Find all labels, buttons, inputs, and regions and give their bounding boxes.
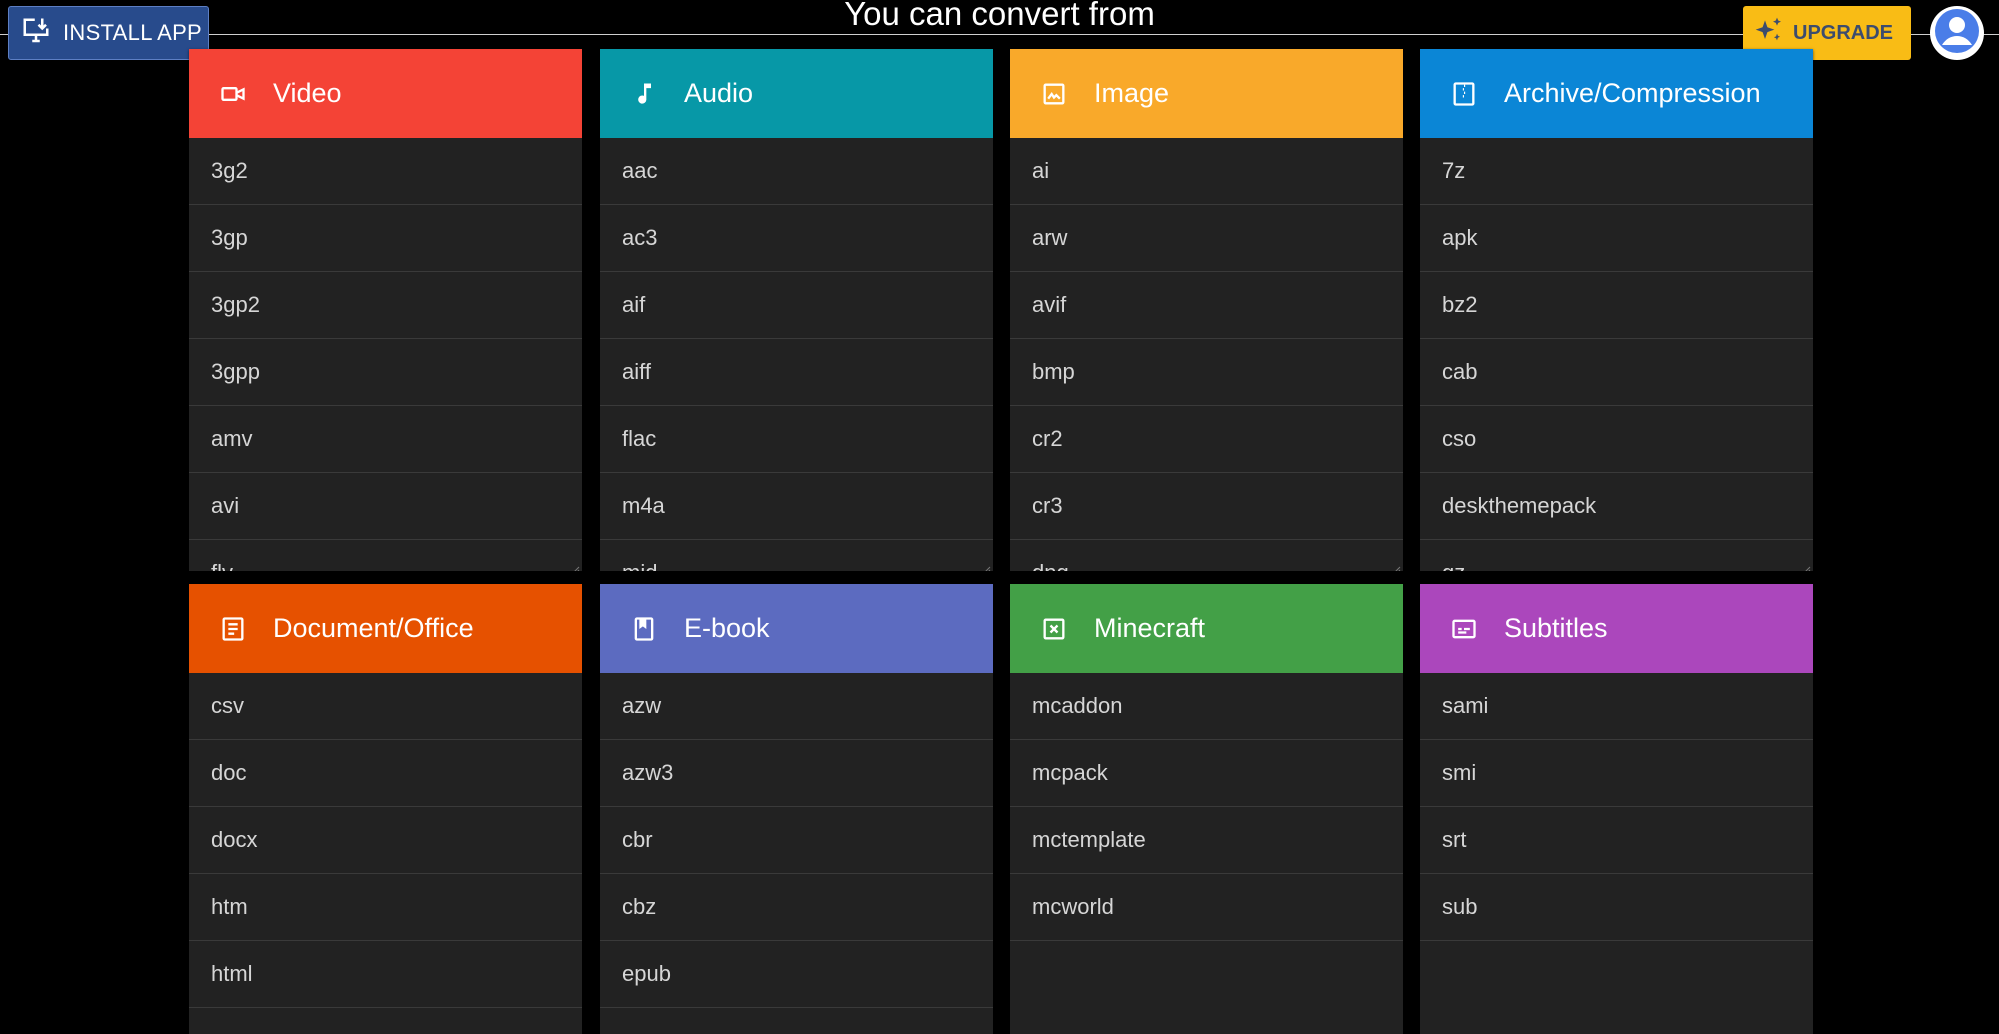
format-item[interactable]: ai: [1010, 138, 1403, 205]
format-item[interactable]: mcpack: [1010, 740, 1403, 807]
format-list: azw azw3 cbr cbz epub: [600, 673, 993, 1008]
format-item[interactable]: cso: [1420, 406, 1813, 473]
minecraft-block-icon: [1040, 615, 1068, 643]
account-button[interactable]: [1930, 6, 1984, 60]
format-item[interactable]: azw3: [600, 740, 993, 807]
format-item[interactable]: flac: [600, 406, 993, 473]
format-item[interactable]: cbr: [600, 807, 993, 874]
videocam-icon: [219, 80, 247, 108]
format-item[interactable]: doc: [189, 740, 582, 807]
category-title: Archive/Compression: [1504, 78, 1761, 108]
format-item[interactable]: arw: [1010, 205, 1403, 272]
category-header: Minecraft: [1010, 584, 1403, 673]
format-item[interactable]: ac3: [600, 205, 993, 272]
format-item[interactable]: cr3: [1010, 473, 1403, 540]
install-app-label: INSTALL APP: [63, 20, 203, 45]
category-title: Subtitles: [1504, 613, 1608, 643]
sparkles-icon: [1753, 15, 1785, 52]
install-desktop-icon: [21, 16, 51, 51]
image-icon: [1040, 80, 1068, 108]
format-item[interactable]: srt: [1420, 807, 1813, 874]
format-item[interactable]: aac: [600, 138, 993, 205]
category-card-minecraft: Minecraft mcaddon mcpack mctemplate mcworld: [1010, 584, 1403, 1034]
header-divider: [0, 34, 1999, 35]
category-title: Minecraft: [1094, 613, 1206, 643]
book-icon: [630, 615, 658, 643]
archive-icon: [1450, 80, 1478, 108]
format-item[interactable]: m4a: [600, 473, 993, 540]
format-item[interactable]: csv: [189, 673, 582, 740]
format-item[interactable]: 3gpp: [189, 339, 582, 406]
format-item[interactable]: html: [189, 941, 582, 1008]
format-item[interactable]: dng: [1010, 540, 1403, 571]
format-item[interactable]: avi: [189, 473, 582, 540]
format-item[interactable]: htm: [189, 874, 582, 941]
category-title: Video: [273, 78, 342, 108]
format-item[interactable]: cbz: [600, 874, 993, 941]
category-title: Document/Office: [273, 613, 474, 643]
format-list: csv doc docx htm html: [189, 673, 582, 1008]
format-item[interactable]: flv: [189, 540, 582, 571]
format-item[interactable]: 3gp2: [189, 272, 582, 339]
format-item[interactable]: deskthemepack: [1420, 473, 1813, 540]
format-item[interactable]: aiff: [600, 339, 993, 406]
format-item[interactable]: avif: [1010, 272, 1403, 339]
resize-grip-icon[interactable]: [1803, 561, 1811, 571]
format-item[interactable]: sub: [1420, 874, 1813, 941]
upgrade-label: UPGRADE: [1793, 21, 1894, 44]
format-item[interactable]: smi: [1420, 740, 1813, 807]
format-item[interactable]: docx: [189, 807, 582, 874]
format-list: 7zapkbz2cabcsodeskthemepackgz: [1420, 138, 1813, 571]
category-header: Video: [189, 49, 582, 138]
category-title: Audio: [684, 78, 754, 108]
format-item[interactable]: mcaddon: [1010, 673, 1403, 740]
format-item[interactable]: azw: [600, 673, 993, 740]
format-item[interactable]: 7z: [1420, 138, 1813, 205]
resize-grip-icon[interactable]: [572, 561, 580, 571]
format-item[interactable]: sami: [1420, 673, 1813, 740]
format-item[interactable]: cr2: [1010, 406, 1403, 473]
format-item[interactable]: 3gp: [189, 205, 582, 272]
document-icon: [219, 615, 247, 643]
format-item[interactable]: bz2: [1420, 272, 1813, 339]
format-list: sami smi srt sub: [1420, 673, 1813, 941]
category-header: Subtitles: [1420, 584, 1813, 673]
page-title: You can convert from: [844, 0, 1155, 32]
format-list: 3g23gp3gp23gppamvaviflv: [189, 138, 582, 571]
music-note-icon: [630, 80, 658, 108]
category-header: Image: [1010, 49, 1403, 138]
category-header: Audio: [600, 49, 993, 138]
category-card-document-office: Document/Office csv doc docx htm html: [189, 584, 582, 1034]
format-list: aiarwavifbmpcr2cr3dng: [1010, 138, 1403, 571]
format-item[interactable]: epub: [600, 941, 993, 1008]
account-circle-icon: [1933, 7, 1981, 60]
category-title: E-book: [684, 613, 770, 643]
format-item[interactable]: mcworld: [1010, 874, 1403, 941]
format-item[interactable]: bmp: [1010, 339, 1403, 406]
category-header: Archive/Compression: [1420, 49, 1813, 138]
format-item[interactable]: cab: [1420, 339, 1813, 406]
format-list: aacac3aifaiffflacm4amid: [600, 138, 993, 571]
format-item[interactable]: apk: [1420, 205, 1813, 272]
category-card-video: Video 3g23gp3gp23gppamvaviflv: [189, 49, 582, 571]
category-card-audio: Audio aacac3aifaiffflacm4amid: [600, 49, 993, 571]
format-list: mcaddon mcpack mctemplate mcworld: [1010, 673, 1403, 941]
category-card-e-book: E-book azw azw3 cbr cbz epub: [600, 584, 993, 1034]
category-title: Image: [1094, 78, 1170, 108]
resize-grip-icon[interactable]: [983, 561, 991, 571]
format-item[interactable]: amv: [189, 406, 582, 473]
category-card-subtitles: Subtitles sami smi srt sub: [1420, 584, 1813, 1034]
format-item[interactable]: mid: [600, 540, 993, 571]
subtitles-icon: [1450, 615, 1478, 643]
format-item[interactable]: gz: [1420, 540, 1813, 571]
format-item[interactable]: 3g2: [189, 138, 582, 205]
category-header: Document/Office: [189, 584, 582, 673]
category-card-archive-compression: Archive/Compression 7z apk bz2 cab cso deskthe…: [1420, 49, 1813, 571]
format-item[interactable]: aif: [600, 272, 993, 339]
install-app-button[interactable]: INSTALL APP: [8, 6, 209, 60]
category-card-image: Image aiarwavifbmpcr2cr3dng: [1010, 49, 1403, 571]
category-header: E-book: [600, 584, 993, 673]
format-item[interactable]: mctemplate: [1010, 807, 1403, 874]
resize-grip-icon[interactable]: [1393, 561, 1401, 571]
